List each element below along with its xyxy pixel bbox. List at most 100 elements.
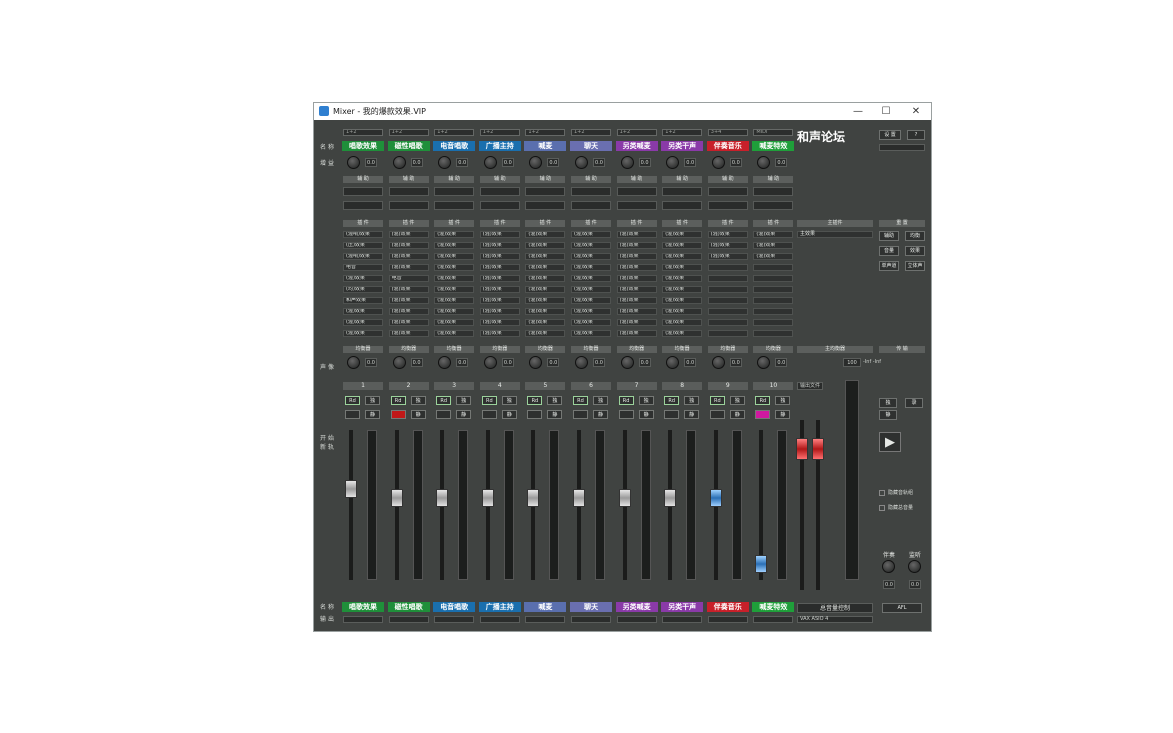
channel-name[interactable]: 喊麦 xyxy=(524,141,567,151)
insert-slot[interactable] xyxy=(753,275,794,282)
record-ready-button[interactable]: Rd xyxy=(709,396,725,405)
channel-name[interactable]: 电音唱歌 xyxy=(433,141,476,151)
gain-knob[interactable] xyxy=(483,156,497,169)
output-select[interactable] xyxy=(525,616,566,623)
insert-slot[interactable]: (混)效果 xyxy=(662,242,703,249)
pan-knob[interactable] xyxy=(392,356,406,369)
insert-slot[interactable]: (均)效果 xyxy=(343,286,383,293)
insert-slot[interactable]: (混)效果 xyxy=(525,275,566,282)
channel-route[interactable]: 1+2 xyxy=(525,129,566,136)
hide-groups-checkbox[interactable] xyxy=(879,490,885,496)
channel-name[interactable]: 另类喊麦 xyxy=(615,141,658,151)
side-panel-button[interactable]: 辅助 xyxy=(879,231,899,241)
insert-slot[interactable]: (混)效果 xyxy=(479,286,520,293)
insert-slot[interactable]: (混)效果 xyxy=(616,231,657,238)
insert-slot[interactable]: (混)效果 xyxy=(479,308,520,315)
output-select[interactable] xyxy=(753,616,794,623)
master-fader-l[interactable] xyxy=(796,438,808,460)
insert-slot[interactable]: 和声效果 xyxy=(343,297,383,304)
insert-slot[interactable]: (混)效果 xyxy=(525,242,566,249)
channel-route[interactable]: 1+2 xyxy=(479,129,520,136)
accompaniment-knob[interactable] xyxy=(882,560,895,573)
insert-slot[interactable]: (混)效果 xyxy=(662,297,703,304)
master-insert-slot[interactable]: 主效果 xyxy=(797,231,873,238)
insert-slot[interactable]: (混)效果 xyxy=(479,297,520,304)
insert-slot[interactable]: (混)效果 xyxy=(662,253,703,260)
insert-slot[interactable]: (混)效果 xyxy=(479,253,520,260)
channel-fader[interactable] xyxy=(481,489,494,507)
gain-knob[interactable] xyxy=(575,156,588,169)
aux-send-1[interactable] xyxy=(662,187,703,196)
insert-slot[interactable]: (混)效果 xyxy=(525,264,566,271)
record-ready-button[interactable]: Rd xyxy=(664,396,680,405)
insert-slot[interactable]: (混)效果 xyxy=(388,308,429,315)
gain-knob[interactable] xyxy=(711,156,725,169)
insert-slot[interactable]: (混)效果 xyxy=(479,264,520,271)
side-solo-button[interactable]: 独 xyxy=(879,398,897,408)
insert-slot[interactable]: (混)效果 xyxy=(707,242,748,249)
channel-route[interactable]: MIDI xyxy=(753,129,794,136)
aux-send-2[interactable] xyxy=(616,201,657,210)
pan-knob[interactable] xyxy=(666,356,680,369)
side-rec-button[interactable]: 录 xyxy=(905,398,923,408)
insert-slot[interactable]: (混)效果 xyxy=(434,308,475,315)
gain-knob[interactable] xyxy=(392,156,406,169)
insert-slot[interactable]: (混)效果 xyxy=(571,308,611,315)
insert-slot[interactable]: (混)效果 xyxy=(571,297,611,304)
channel-fader[interactable] xyxy=(436,489,449,507)
channel-name[interactable]: 伴奏音乐 xyxy=(706,141,749,151)
pan-knob[interactable] xyxy=(483,356,497,369)
record-ready-button[interactable]: Rd xyxy=(573,396,588,405)
record-arm-button[interactable] xyxy=(618,410,634,419)
output-select[interactable] xyxy=(571,616,611,623)
insert-slot[interactable]: (混)效果 xyxy=(434,319,475,326)
insert-slot[interactable]: (混)效果 xyxy=(388,231,429,238)
output-select[interactable] xyxy=(434,616,475,623)
channel-name[interactable]: 广播主持 xyxy=(478,141,521,151)
close-button[interactable]: ✕ xyxy=(905,104,927,119)
side-panel-button[interactable]: 单声道 xyxy=(879,261,899,271)
aux-send-1[interactable] xyxy=(343,187,383,196)
side-panel-button[interactable]: 效果 xyxy=(905,246,925,256)
channel-name[interactable]: 聊天 xyxy=(570,141,612,151)
record-arm-button[interactable] xyxy=(664,410,680,419)
solo-button[interactable]: 独 xyxy=(547,396,563,405)
record-ready-button[interactable]: Rd xyxy=(618,396,634,405)
insert-slot[interactable]: (混)效果 xyxy=(434,242,475,249)
gain-knob[interactable] xyxy=(529,156,543,169)
insert-slot[interactable]: 电音 xyxy=(343,264,383,271)
output-select[interactable] xyxy=(388,616,429,623)
record-arm-button[interactable] xyxy=(527,410,543,419)
mute-button[interactable]: 静 xyxy=(410,410,426,419)
insert-slot[interactable]: (混)效果 xyxy=(616,330,657,337)
insert-slot[interactable]: (混)效果 xyxy=(662,264,703,271)
insert-slot[interactable]: (混)效果 xyxy=(662,231,703,238)
aux-send-2[interactable] xyxy=(707,201,748,210)
insert-slot[interactable]: (混)效果 xyxy=(343,275,383,282)
mute-button[interactable]: 静 xyxy=(547,410,563,419)
insert-slot[interactable]: (混)效果 xyxy=(616,297,657,304)
insert-slot[interactable]: (混)效果 xyxy=(388,286,429,293)
insert-slot[interactable]: (混)效果 xyxy=(753,242,794,249)
settings-button[interactable]: 设 置 xyxy=(879,130,901,140)
minimize-button[interactable]: — xyxy=(847,104,869,119)
record-ready-button[interactable]: Rd xyxy=(755,396,771,405)
side-mute-button[interactable]: 静 xyxy=(879,410,897,420)
insert-slot[interactable]: (混)效果 xyxy=(479,231,520,238)
insert-slot[interactable]: (混)效果 xyxy=(525,319,566,326)
record-ready-button[interactable]: Rd xyxy=(345,396,360,405)
pan-knob[interactable] xyxy=(620,356,634,369)
aux-send-1[interactable] xyxy=(753,187,794,196)
record-ready-button[interactable]: Rd xyxy=(390,396,406,405)
help-button[interactable]: ? xyxy=(907,130,925,140)
insert-slot[interactable]: (混)效果 xyxy=(616,253,657,260)
output-select[interactable] xyxy=(707,616,748,623)
pan-knob[interactable] xyxy=(438,356,452,369)
insert-slot[interactable]: (混)效果 xyxy=(434,330,475,337)
gain-knob[interactable] xyxy=(620,156,634,169)
record-arm-button[interactable] xyxy=(436,410,452,419)
mute-button[interactable]: 静 xyxy=(501,410,517,419)
insert-slot[interactable]: (混)效果 xyxy=(707,253,748,260)
aux-send-1[interactable] xyxy=(479,187,520,196)
channel-fader[interactable] xyxy=(618,489,631,507)
